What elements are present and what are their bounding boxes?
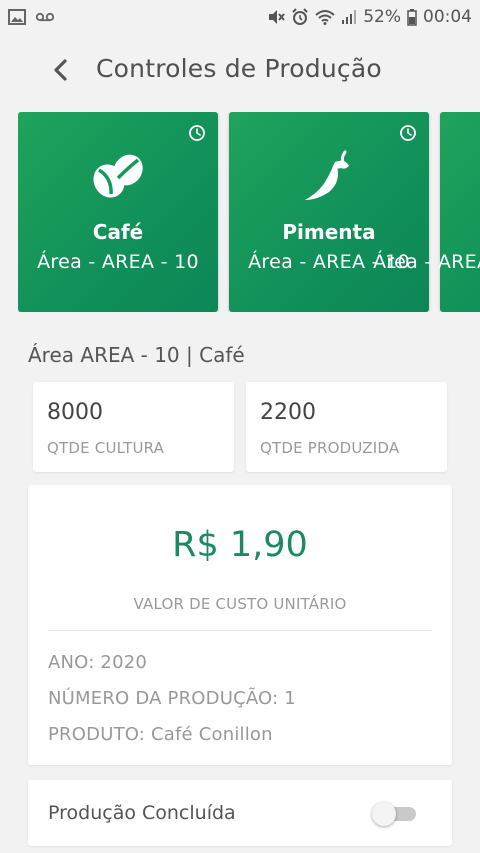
battery-icon [407,8,417,26]
crop-card-pimenta[interactable]: Pimenta Área - AREA - 10 [229,112,429,312]
producao-concluida-label: Produção Concluída [48,802,236,824]
coffee-bean-icon [93,154,143,198]
unit-cost-value: R$ 1,90 [172,525,308,565]
crop-name: Café [92,220,144,244]
page-title: Controles de Produção [96,54,382,83]
status-bar: 52% 00:04 [0,0,480,34]
detail-ano: ANO: 2020 [48,652,148,673]
stat-value: 2200 [260,400,316,425]
crop-name: Pimenta [282,220,376,244]
detail-numero-producao: NÚMERO DA PRODUÇÃO: 1 [48,688,296,709]
chevron-left-icon [54,59,67,81]
app-header: Controles de Produção [0,40,480,102]
crop-card-partial[interactable]: Área - AREA - 10 [373,112,480,312]
image-icon [8,9,26,25]
voicemail-icon [36,12,54,22]
divider [48,630,432,631]
switch-knob [372,802,396,826]
wifi-icon [315,9,335,25]
detail-produto: PRODUTO: Café Conillon [48,724,273,745]
selection-heading: Área AREA - 10 | Café [28,343,245,367]
signal-icon [341,9,357,25]
crop-card-cafe[interactable]: Café Área - AREA - 10 [18,112,218,312]
clock-time: 00:04 [423,7,472,27]
producao-concluida-row: Produção Concluída [28,780,452,846]
stat-qtde-cultura: 8000 QTDE CULTURA [33,382,234,472]
mute-icon [267,9,285,25]
stat-qtde-produzida: 2200 QTDE PRODUZIDA [246,382,447,472]
crop-carousel[interactable]: Café Área - AREA - 10 Pimenta Área - ARE… [18,112,480,312]
clock-icon [189,125,205,141]
producao-concluida-switch[interactable] [372,802,418,826]
cost-card: R$ 1,90 VALOR DE CUSTO UNITÁRIO ANO: 202… [28,485,452,765]
stat-label: QTDE CULTURA [47,439,165,457]
alarm-icon [291,8,309,26]
clock-icon [400,125,416,141]
back-button[interactable] [44,53,78,87]
pepper-icon [305,150,349,200]
crop-area: Área - AREA - 10 [373,251,480,273]
crop-area: Área - AREA - 10 [37,251,199,273]
stat-value: 8000 [47,400,103,425]
unit-cost-label: VALOR DE CUSTO UNITÁRIO [133,595,347,613]
battery-percent: 52% [363,7,401,27]
stat-label: QTDE PRODUZIDA [260,439,400,457]
